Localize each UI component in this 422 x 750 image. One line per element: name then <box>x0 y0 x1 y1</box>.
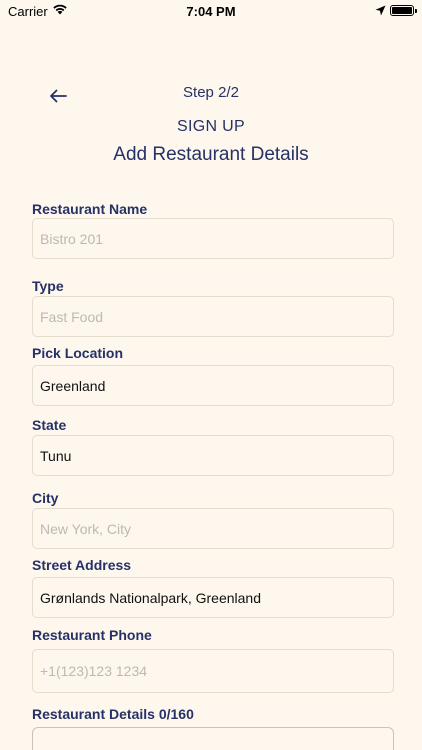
battery-icon <box>390 5 417 16</box>
restaurant-phone-input[interactable] <box>32 649 394 693</box>
street-address-input[interactable] <box>32 577 394 618</box>
type-label: Type <box>32 278 64 294</box>
city-label: City <box>32 490 59 506</box>
pick-location-label: Pick Location <box>32 345 124 361</box>
state-input[interactable] <box>32 435 394 476</box>
restaurant-name-input[interactable] <box>32 218 394 259</box>
status-bar: Carrier 7:04 PM <box>0 0 422 24</box>
restaurant-phone-label: Restaurant Phone <box>32 627 152 643</box>
city-input[interactable] <box>32 508 394 549</box>
clock-time: 7:04 PM <box>186 4 236 19</box>
pick-location-input[interactable] <box>32 365 394 406</box>
signup-subtitle: SIGN UP <box>177 118 245 135</box>
restaurant-name-label: Restaurant Name <box>32 201 148 217</box>
step-indicator: Step 2/2 <box>183 84 239 101</box>
restaurant-details-label: Restaurant Details 0/160 <box>32 706 194 722</box>
location-arrow-icon <box>375 4 386 19</box>
state-label: State <box>32 417 67 433</box>
page-title: Add Restaurant Details <box>113 144 309 165</box>
street-address-label: Street Address <box>32 557 132 573</box>
restaurant-details-textarea[interactable] <box>32 727 394 750</box>
type-input[interactable] <box>32 296 394 337</box>
